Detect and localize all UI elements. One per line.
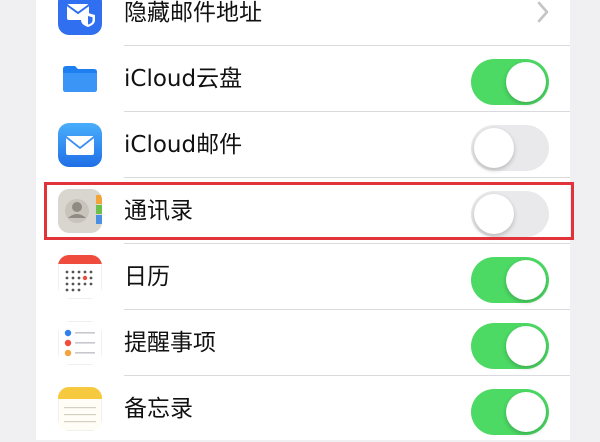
icloud-mail-label: iCloud邮件 [124, 132, 243, 158]
mail-shield-icon [58, 0, 102, 35]
contacts-highlight-box [44, 182, 574, 240]
row-hide-my-email[interactable]: 隐藏邮件地址 [36, 0, 570, 46]
chevron-right-icon [537, 1, 549, 23]
reminders-toggle[interactable] [471, 323, 549, 369]
calendar-icon [58, 255, 102, 299]
notes-toggle[interactable] [471, 389, 549, 435]
folder-icon [58, 57, 102, 101]
row-reminders: 提醒事项 [36, 310, 570, 376]
icloud-drive-toggle[interactable] [471, 59, 549, 105]
reminders-icon [58, 321, 102, 365]
row-icloud-drive: iCloud云盘 [36, 46, 570, 112]
hide-my-email-label: 隐藏邮件地址 [124, 0, 262, 26]
calendar-label: 日历 [124, 264, 170, 290]
row-notes: 备忘录 [36, 376, 570, 442]
row-icloud-mail: iCloud邮件 [36, 112, 570, 178]
mail-icon [58, 123, 102, 167]
row-calendar: 日历 [36, 244, 570, 310]
icloud-drive-label: iCloud云盘 [124, 66, 243, 92]
notes-label: 备忘录 [124, 396, 193, 422]
notes-icon [58, 387, 102, 431]
calendar-toggle[interactable] [471, 257, 549, 303]
reminders-label: 提醒事项 [124, 330, 216, 356]
icloud-mail-toggle[interactable] [471, 125, 549, 171]
